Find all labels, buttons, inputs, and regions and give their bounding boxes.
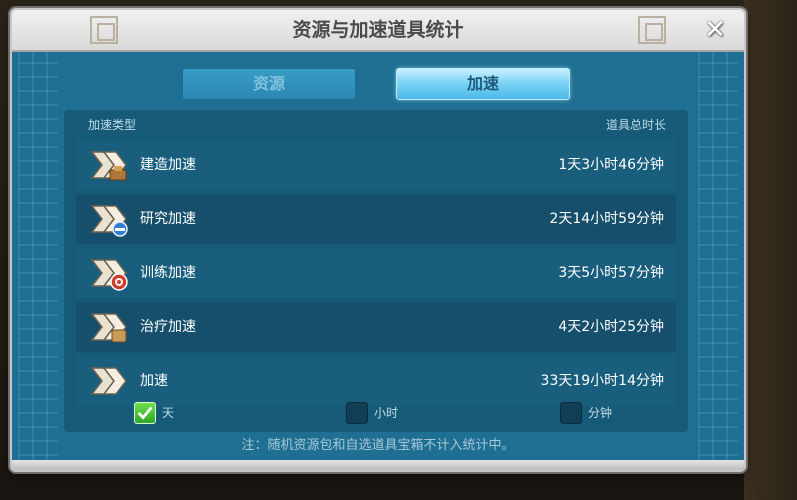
unit-days-label: 天 xyxy=(162,406,175,420)
close-button[interactable]: ✕ xyxy=(700,15,730,45)
row-duration: 2天14小时59分钟 xyxy=(549,211,664,227)
right-pattern-border xyxy=(698,52,738,470)
unit-minutes-checkbox[interactable] xyxy=(560,402,582,424)
speedup-healing-icon xyxy=(90,313,127,343)
dialog-title: 资源与加速道具统计 xyxy=(292,19,464,41)
check-mark-icon xyxy=(137,406,153,420)
list-item: 建造加速 1天3小时46分钟 xyxy=(76,140,676,190)
list-item: 治疗加速 4天2小时25分钟 xyxy=(76,302,676,352)
row-duration: 3天5小时57分钟 xyxy=(558,265,664,281)
speedup-build-icon xyxy=(90,151,127,181)
row-label: 加速 xyxy=(140,373,168,389)
left-pattern-border xyxy=(18,52,58,470)
speedup-research-icon xyxy=(90,205,128,237)
unit-hours-label: 小时 xyxy=(374,406,399,420)
unit-days-checkbox[interactable] xyxy=(134,402,156,424)
stats-dialog: 资源与加速道具统计 ✕ 资源 加速 加速类型 道具总时长 建造加速 1天3小时4… xyxy=(10,8,746,472)
tab-resources[interactable]: 资源 xyxy=(182,68,356,100)
column-header-type: 加速类型 xyxy=(88,118,137,132)
row-duration: 33天19小时14分钟 xyxy=(540,373,664,389)
game-backdrop-right xyxy=(744,0,797,500)
row-duration: 1天3小时46分钟 xyxy=(558,157,664,173)
row-duration: 4天2小时25分钟 xyxy=(558,319,664,335)
speedup-training-icon xyxy=(90,259,128,291)
list-item: 加速 33天19小时14分钟 xyxy=(76,356,676,406)
unit-minutes-label: 分钟 xyxy=(588,406,613,420)
list-item: 研究加速 2天14小时59分钟 xyxy=(76,194,676,244)
footnote: 注：随机资源包和自选道具宝箱不计入统计中。 xyxy=(241,438,515,453)
tab-speedups[interactable]: 加速 xyxy=(396,68,570,100)
list-item: 训练加速 3天5小时57分钟 xyxy=(76,248,676,298)
row-label: 治疗加速 xyxy=(140,319,196,335)
speedup-universal-icon xyxy=(90,367,127,395)
unit-hours-checkbox[interactable] xyxy=(346,402,368,424)
bottom-frame xyxy=(12,460,744,470)
column-header-duration: 道具总时长 xyxy=(605,118,666,132)
row-label: 研究加速 xyxy=(140,211,196,227)
row-label: 训练加速 xyxy=(140,265,196,281)
title-bar: 资源与加速道具统计 ✕ xyxy=(12,10,744,52)
row-label: 建造加速 xyxy=(140,157,196,173)
